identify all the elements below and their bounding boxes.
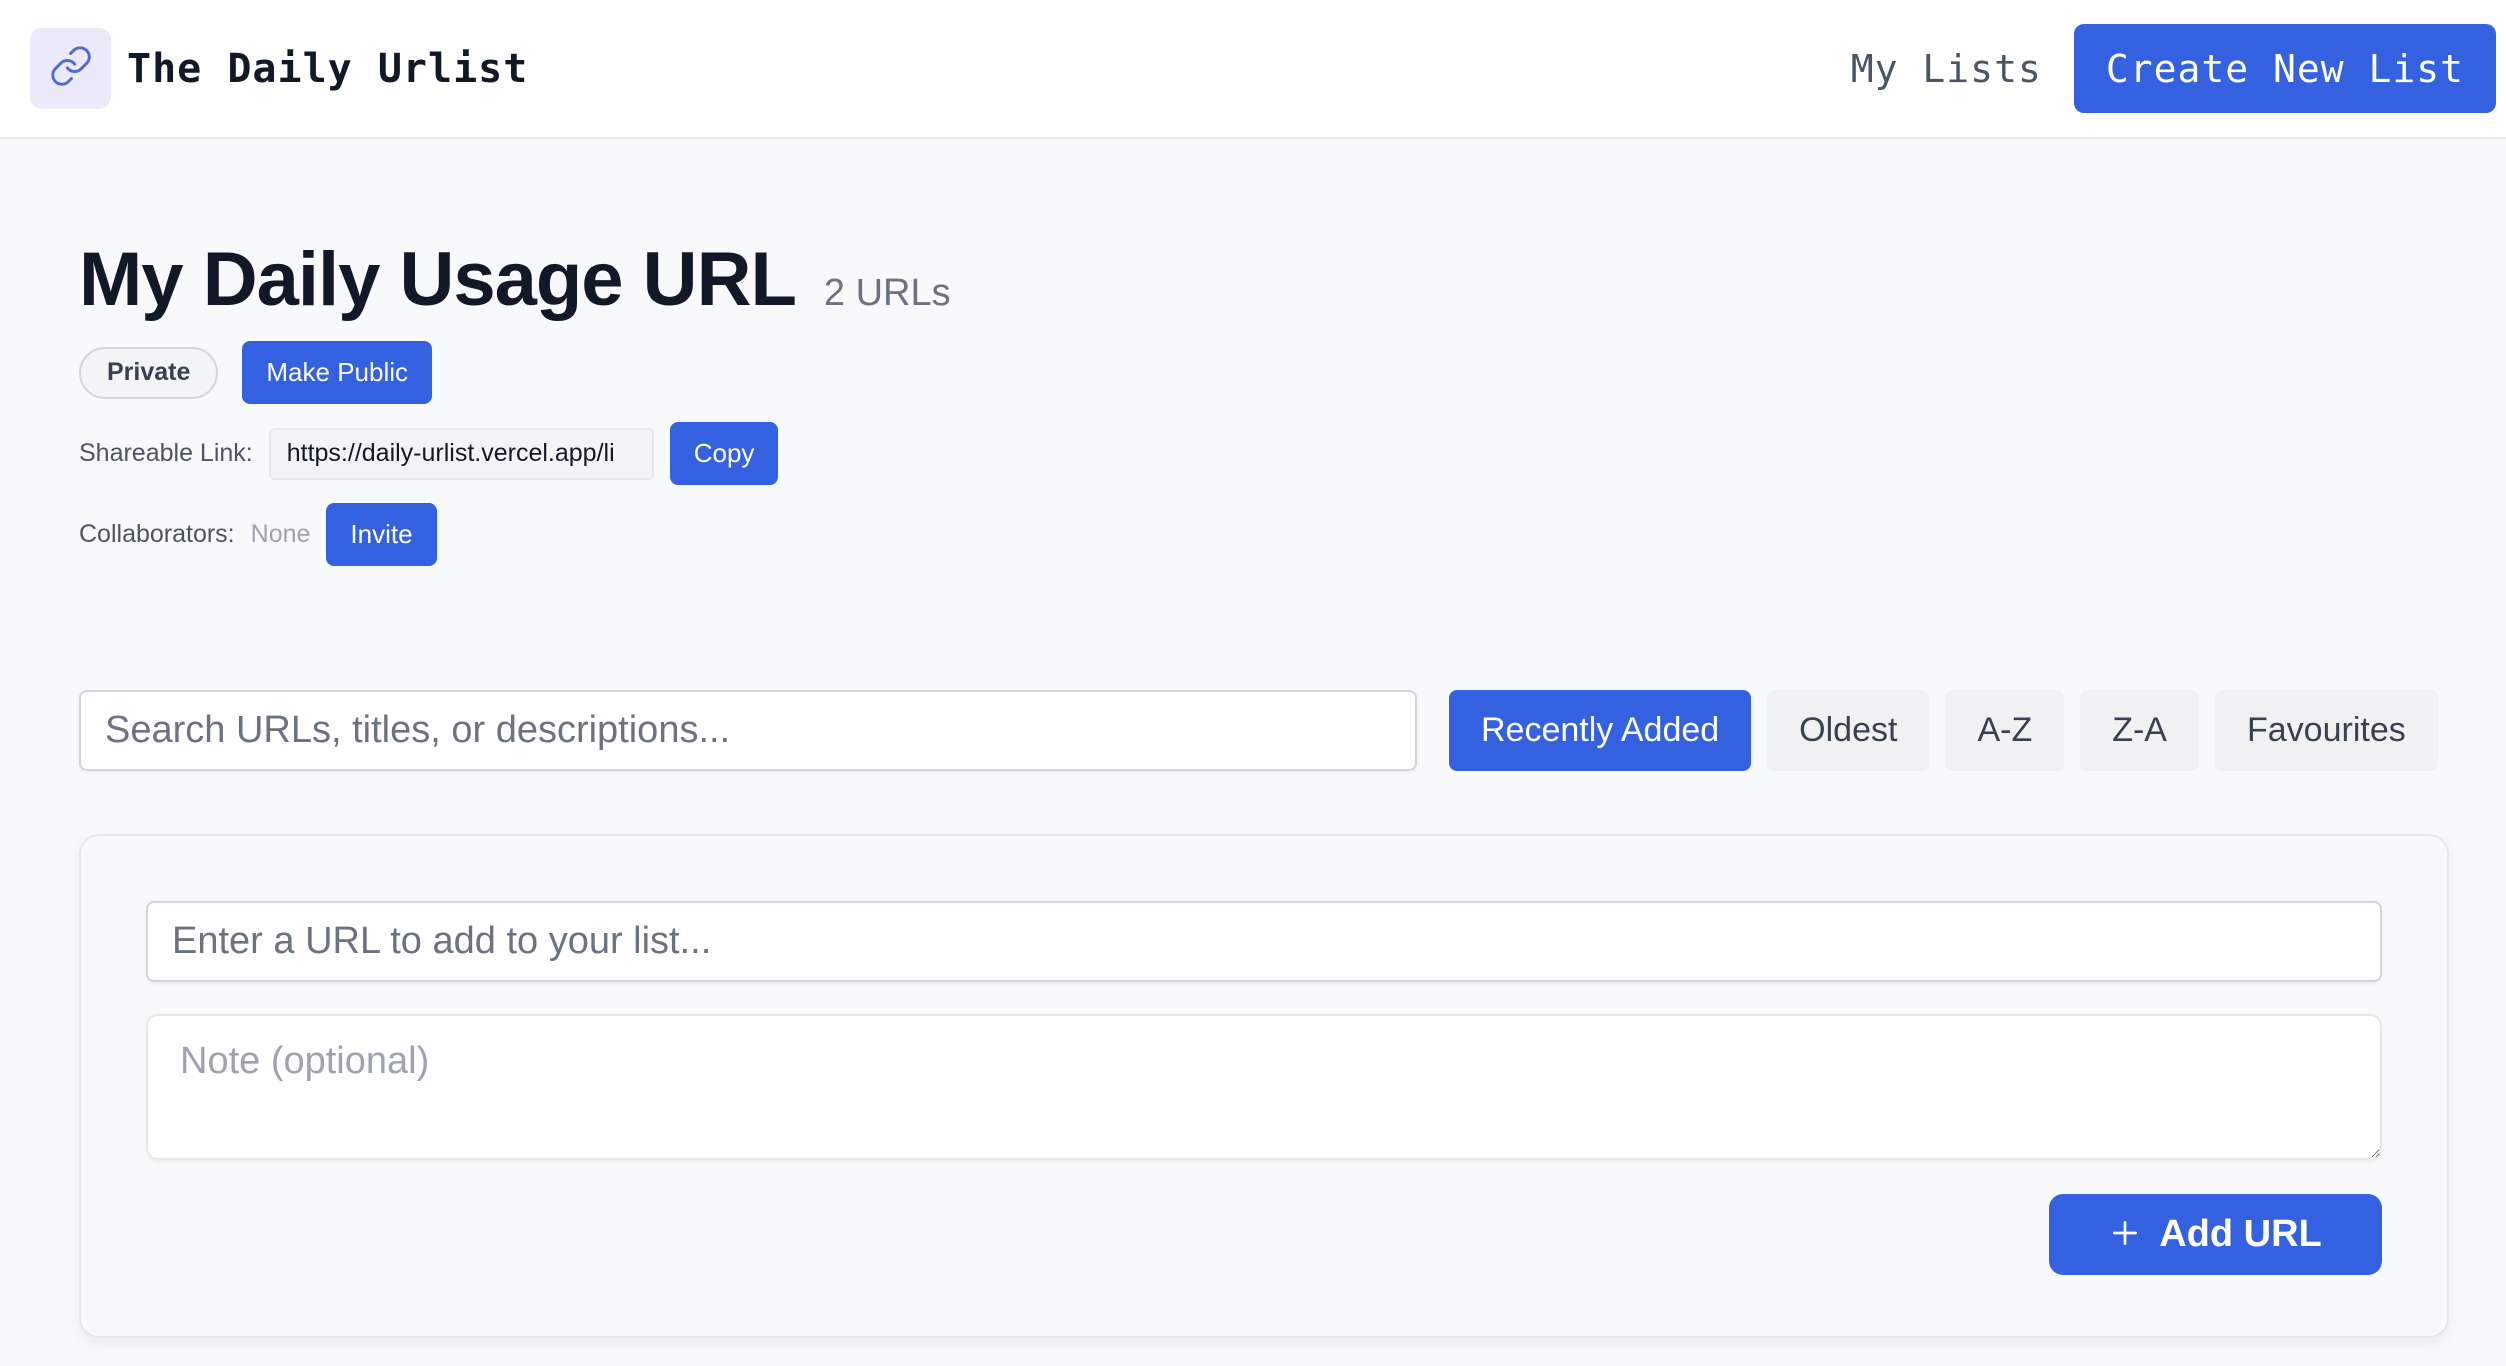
make-public-button[interactable]: Make Public — [242, 341, 433, 404]
sort-options: Recently Added Oldest A-Z Z-A Favourites — [1449, 690, 2438, 771]
logo — [30, 28, 111, 109]
app-title[interactable]: The Daily Urlist — [127, 46, 528, 92]
collaborators-row: Collaborators: None Invite — [79, 503, 951, 566]
my-lists-link[interactable]: My Lists — [1851, 47, 2042, 91]
brand[interactable]: The Daily Urlist — [30, 28, 528, 109]
share-row: Shareable Link: Copy — [79, 422, 951, 485]
url-input[interactable] — [146, 901, 2382, 982]
visibility-badge: Private — [79, 346, 219, 399]
search-input[interactable] — [79, 690, 1417, 771]
title-row: My Daily Usage URL 2 URLs — [79, 236, 951, 323]
top-navbar: The Daily Urlist My Lists Create New Lis… — [0, 0, 2506, 139]
shareable-link-label: Shareable Link: — [79, 439, 253, 467]
copy-button[interactable]: Copy — [669, 422, 779, 485]
note-input[interactable] — [146, 1014, 2382, 1160]
add-url-button[interactable]: Add URL — [2049, 1194, 2382, 1275]
shareable-link-field[interactable] — [268, 427, 654, 480]
add-url-card: Add URL — [79, 834, 2449, 1338]
list-header: My Daily Usage URL 2 URLs Private Make P… — [79, 236, 951, 566]
header-nav: My Lists Create New List — [1851, 24, 2496, 113]
create-new-list-button[interactable]: Create New List — [2073, 24, 2496, 113]
sort-oldest[interactable]: Oldest — [1767, 690, 1930, 771]
link-icon — [49, 44, 93, 93]
url-count: 2 URLs — [823, 272, 951, 314]
search-sort-row: Recently Added Oldest A-Z Z-A Favourites — [79, 690, 2449, 771]
sort-favourites[interactable]: Favourites — [2215, 690, 2438, 771]
add-url-label: Add URL — [2159, 1213, 2322, 1255]
sort-z-a[interactable]: Z-A — [2080, 690, 2199, 771]
invite-button[interactable]: Invite — [326, 503, 437, 566]
sort-recently-added[interactable]: Recently Added — [1449, 690, 1752, 771]
collaborators-label: Collaborators: — [79, 520, 235, 548]
sort-a-z[interactable]: A-Z — [1945, 690, 2065, 771]
collaborators-value: None — [250, 520, 311, 548]
visibility-row: Private Make Public — [79, 341, 951, 404]
plus-icon — [2109, 1213, 2141, 1257]
page-title: My Daily Usage URL — [79, 237, 797, 322]
page: The Daily Urlist My Lists Create New Lis… — [0, 0, 2506, 1366]
